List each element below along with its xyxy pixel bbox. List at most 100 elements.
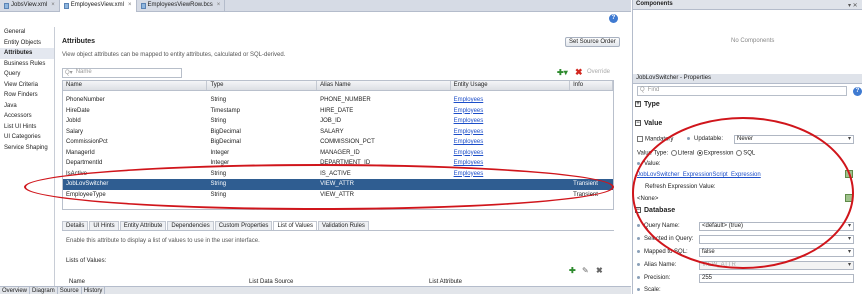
table-row[interactable]: PhoneNumber String PHONE_NUMBER Employees <box>63 95 613 106</box>
nav-item[interactable]: Java <box>0 101 54 112</box>
close-icon[interactable]: × <box>128 2 132 12</box>
properties-header: JobLovSwitcher - Properties <box>633 74 862 84</box>
nav-item[interactable]: Attributes <box>0 48 54 59</box>
column-header[interactable]: Entity Usage <box>451 81 571 90</box>
nav-item[interactable]: General <box>0 27 54 38</box>
detail-tab[interactable]: Details <box>62 221 89 230</box>
footer-tab[interactable]: Overview <box>0 287 31 294</box>
column-header[interactable]: Alias Name <box>317 81 451 90</box>
find-placeholder: Find <box>647 87 660 93</box>
precision-field[interactable]: 255 <box>699 274 854 283</box>
alias-name-label: Alias Name: <box>637 262 676 268</box>
filter-input[interactable]: Q▾ Name <box>62 68 182 78</box>
entity-usage-link[interactable]: Employees <box>454 129 484 135</box>
table-cell: Timestamp <box>207 106 317 117</box>
table-cell: MANAGER_ID <box>317 148 451 159</box>
file-tab[interactable]: EmployeesView.xml × <box>59 0 137 12</box>
detail-tab[interactable]: Validation Rules <box>318 221 369 230</box>
footer-tab[interactable]: History <box>82 287 106 294</box>
cell-text: String <box>210 118 227 124</box>
category-type[interactable]: + Type <box>635 101 660 108</box>
nav-item[interactable]: Service Shaping <box>0 143 54 154</box>
nav-item[interactable]: List UI Hints <box>0 122 54 133</box>
table-cell: HireDate <box>63 106 207 117</box>
detail-tab[interactable]: UI Hints <box>89 221 119 230</box>
properties-help-icon[interactable]: ? <box>853 87 862 96</box>
nav-item[interactable]: Business Rules <box>0 59 54 70</box>
edit-lov-icon[interactable]: ✎ <box>582 266 589 275</box>
cell-text: MANAGER_ID <box>320 149 360 156</box>
entity-usage-link[interactable]: Employees <box>454 150 484 156</box>
nav-item[interactable]: Row Finders <box>0 90 54 101</box>
table-cell <box>570 106 613 117</box>
table-cell: Integer <box>207 148 317 159</box>
table-cell: BigDecimal <box>207 127 317 138</box>
table-cell <box>570 158 613 169</box>
file-tab[interactable]: JobsView.xml × <box>0 0 60 12</box>
cell-text: DepartmentId <box>66 160 103 166</box>
nav-item[interactable]: View Criteria <box>0 80 54 91</box>
nav-item[interactable]: Entity Objects <box>0 38 54 49</box>
lov-column-header[interactable]: Name <box>66 279 246 285</box>
table-row[interactable]: HireDate Timestamp HIRE_DATE Employees <box>63 106 613 117</box>
footer-tab[interactable]: Source <box>58 287 82 294</box>
table-cell: Employees <box>451 137 571 148</box>
cell-text: JOB_ID <box>320 118 342 124</box>
annotation-ellipse-properties <box>632 117 854 269</box>
override-button[interactable]: Override <box>587 69 610 75</box>
cell-text: Timestamp <box>210 107 240 114</box>
table-row[interactable]: JobId String JOB_ID Employees <box>63 116 613 127</box>
category-value[interactable]: − Value <box>635 120 662 127</box>
detail-tab[interactable]: Custom Properties <box>214 221 273 230</box>
close-icon[interactable]: × <box>217 2 221 12</box>
lov-label: Lists of Values: <box>66 258 107 264</box>
lov-column-header[interactable]: List Attribute <box>426 279 606 285</box>
nav-item[interactable]: Query <box>0 69 54 80</box>
help-icon[interactable]: ? <box>609 14 618 23</box>
panel-menu-icon[interactable]: ▾ ✕ <box>848 2 858 9</box>
close-icon[interactable]: × <box>51 2 55 12</box>
set-source-order-button[interactable]: Set Source Order <box>565 37 620 47</box>
table-row[interactable]: ManagerId Integer MANAGER_ID Employees <box>63 148 613 159</box>
table-cell: String <box>207 116 317 127</box>
entity-usage-link[interactable]: Employees <box>454 139 484 145</box>
cell-text: Salary <box>66 128 84 135</box>
add-attribute-icon[interactable]: ✚▾ <box>557 68 568 77</box>
lov-column-header[interactable]: List Data Source <box>246 279 426 285</box>
search-icon: Q <box>640 87 645 93</box>
entity-usage-link[interactable]: Employees <box>454 108 484 114</box>
table-row[interactable]: CommissionPct BigDecimal COMMISSION_PCT Emp… <box>63 137 613 148</box>
delete-lov-icon[interactable]: ✖ <box>596 266 603 275</box>
detail-tab[interactable]: Entity Attribute <box>119 221 167 230</box>
add-lov-icon[interactable]: ✚ <box>569 266 576 275</box>
entity-usage-link[interactable]: Employees <box>454 160 484 166</box>
column-header[interactable]: Info <box>570 81 613 90</box>
entity-usage-link[interactable]: Employees <box>454 97 484 103</box>
footer-tab[interactable]: Diagram <box>30 287 58 294</box>
delete-attribute-icon[interactable]: ✖ <box>575 67 583 78</box>
entity-usage-link[interactable]: Employees <box>454 118 484 124</box>
nav-item[interactable]: UI Categories <box>0 132 54 143</box>
cell-text: HireDate <box>66 107 90 114</box>
column-header[interactable]: Name <box>63 81 208 90</box>
file-icon <box>63 3 69 9</box>
search-icon: Q▾ <box>65 70 73 76</box>
column-header[interactable]: Type <box>207 81 318 90</box>
editor-nav: General Entity Objects Attributes Business … <box>0 27 55 287</box>
table-cell: JOB_ID <box>317 116 451 127</box>
table-cell: ManagerId <box>63 148 207 159</box>
table-cell <box>570 148 613 159</box>
lov-description: Enable this attribute to display a list … <box>66 238 260 244</box>
table-cell: JobId <box>63 116 207 127</box>
nav-item[interactable]: Accessors <box>0 111 54 122</box>
file-tab[interactable]: EmployeesViewRow.bcs × <box>137 0 226 12</box>
table-row[interactable]: Salary BigDecimal SALARY Employees <box>63 127 613 138</box>
precision-label: Precision: <box>637 275 670 281</box>
detail-tab[interactable]: List of Values <box>273 221 318 230</box>
cell-text: PHONE_NUMBER <box>320 97 371 103</box>
lov-table-header: Name List Data Source List Attribute <box>66 279 614 285</box>
table-cell: Employees <box>451 116 571 127</box>
properties-find-input[interactable]: Q Find <box>637 86 847 96</box>
table-cell: Employees <box>451 95 571 106</box>
detail-tab[interactable]: Dependencies <box>167 221 214 230</box>
